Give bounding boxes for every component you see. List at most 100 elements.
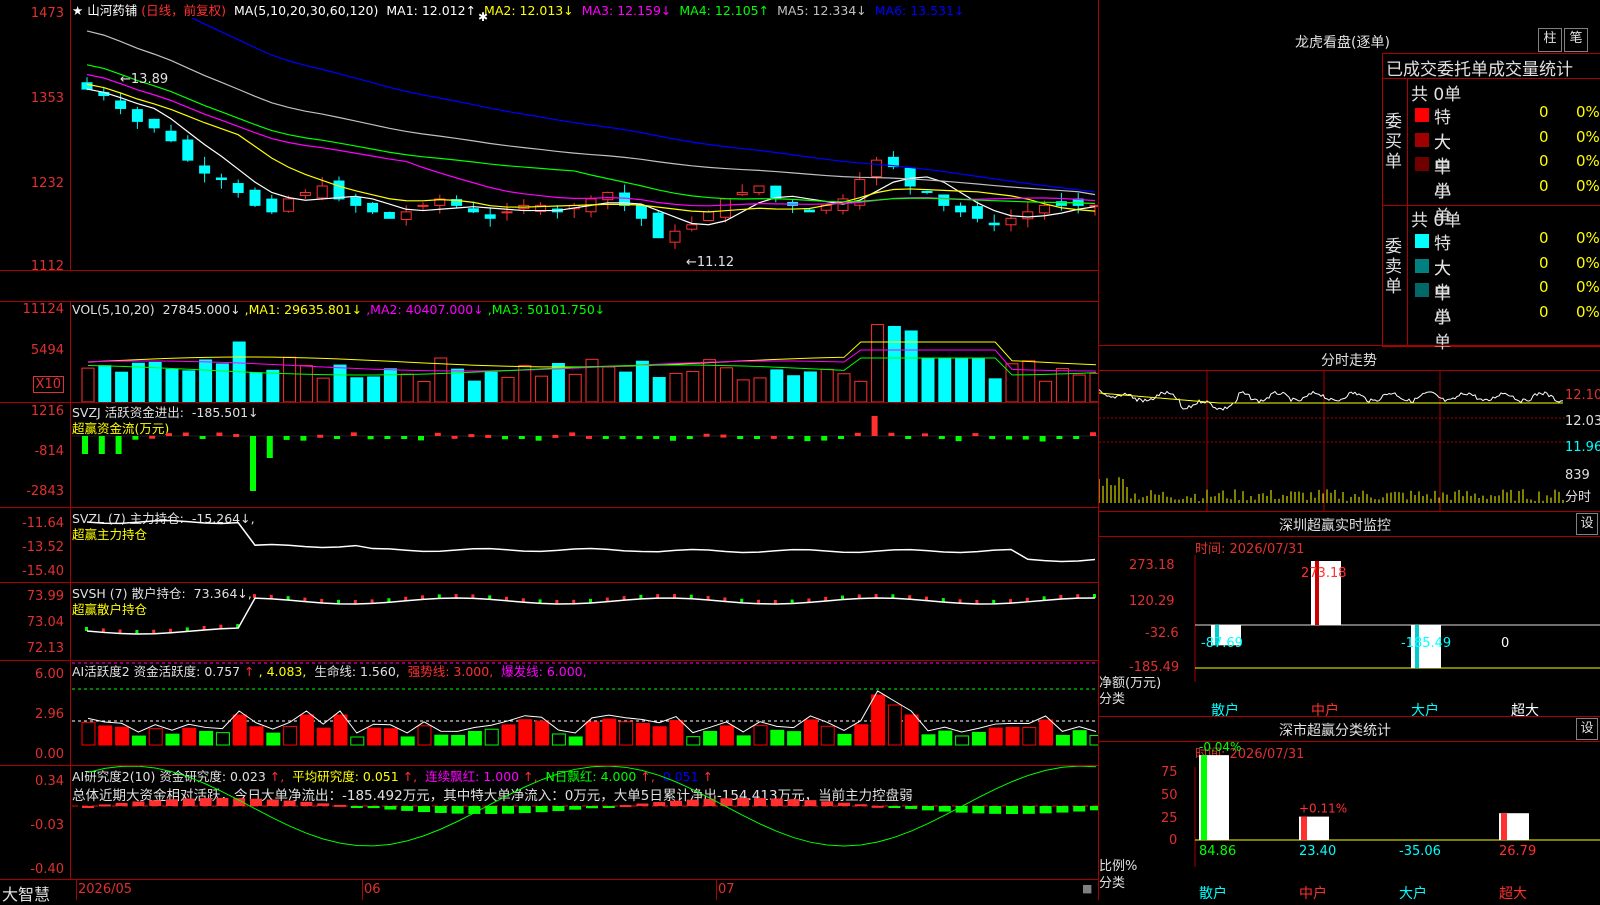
volume-bar[interactable] <box>736 379 750 402</box>
volume-bar[interactable] <box>199 359 213 402</box>
volume-bar[interactable] <box>115 371 129 402</box>
volume-bar[interactable] <box>837 373 851 402</box>
candle[interactable] <box>686 224 698 230</box>
candle[interactable] <box>283 198 295 212</box>
volume-bar[interactable] <box>703 359 717 402</box>
candle[interactable] <box>266 198 278 213</box>
volume-chart[interactable] <box>72 318 1098 402</box>
stock-name[interactable]: 山河药铺 <box>87 3 137 18</box>
candle[interactable] <box>299 191 311 196</box>
volume-bar[interactable] <box>1022 360 1036 402</box>
volume-bar[interactable] <box>938 357 952 402</box>
candle[interactable] <box>1005 217 1017 226</box>
volume-bar[interactable] <box>350 377 364 402</box>
volume-bar[interactable] <box>467 380 481 402</box>
candle[interactable] <box>316 185 328 199</box>
candlestick-chart[interactable] <box>72 18 1098 270</box>
candle[interactable] <box>148 118 160 129</box>
lock-icon[interactable]: ■ <box>1082 882 1092 895</box>
volume-bar[interactable] <box>316 377 330 402</box>
volume-bar[interactable] <box>988 378 1002 402</box>
intraday-chart[interactable] <box>1099 371 1565 511</box>
candle[interactable] <box>904 167 916 187</box>
volume-bar[interactable] <box>568 373 582 402</box>
volume-bar[interactable] <box>98 365 112 402</box>
volume-bar[interactable] <box>1039 380 1053 402</box>
candle[interactable] <box>652 212 664 239</box>
volume-bar[interactable] <box>602 366 616 402</box>
volume-bar[interactable] <box>249 372 263 402</box>
candle[interactable] <box>669 230 681 243</box>
candle[interactable] <box>383 211 395 219</box>
ai-research-chart[interactable] <box>72 766 1098 879</box>
volume-bar[interactable] <box>484 371 498 402</box>
candle[interactable] <box>921 190 933 193</box>
candle[interactable] <box>703 211 715 221</box>
candle[interactable] <box>215 177 227 181</box>
candle[interactable] <box>719 198 731 218</box>
svzj-pane[interactable]: 1216 -814 -2843 SVZJ 活跃资金进出: -185.501↓ 超… <box>0 402 1098 508</box>
volume-bar[interactable] <box>283 356 297 402</box>
sz-monitor-chart[interactable]: -87.69 散户 273.18 中户 -185.49 大户 0 超大 <box>1099 537 1600 717</box>
volume-bar[interactable] <box>955 357 969 402</box>
candle[interactable] <box>955 205 967 213</box>
volume-bar[interactable] <box>165 368 179 402</box>
candle[interactable] <box>400 211 412 220</box>
candle[interactable] <box>467 208 479 213</box>
volume-bar[interactable] <box>585 358 599 402</box>
volume-bar[interactable] <box>787 375 801 402</box>
price-pane[interactable]: 1473 1353 1232 1112 ★ 山河药铺 (日线，前复权) MA(5,1… <box>0 0 1098 274</box>
volume-bar[interactable] <box>820 368 834 402</box>
intraday-panel[interactable]: 分时走势 12.10 12.03 11.96 839 分时 <box>1099 345 1600 511</box>
volume-bar[interactable] <box>770 369 784 402</box>
volume-bar[interactable] <box>753 377 767 402</box>
chart-mode[interactable]: (日线，前复权) <box>141 3 226 18</box>
svsh-chart[interactable] <box>72 583 1098 660</box>
candle[interactable] <box>635 205 647 219</box>
volume-bar[interactable] <box>1089 372 1098 402</box>
volume-bar[interactable] <box>887 325 901 402</box>
volume-bar[interactable] <box>971 357 985 402</box>
volume-bar[interactable] <box>131 362 145 402</box>
candle[interactable] <box>602 191 614 201</box>
svzj-chart[interactable] <box>72 402 1098 507</box>
volume-bar[interactable] <box>803 371 817 402</box>
candle[interactable] <box>165 130 177 142</box>
volume-bar[interactable] <box>686 371 700 402</box>
candle[interactable] <box>333 180 345 200</box>
volume-bar[interactable] <box>669 372 683 402</box>
volume-bar[interactable] <box>299 365 313 402</box>
star-icon[interactable]: ★ <box>72 3 83 18</box>
tick-mode-button[interactable]: 笔 <box>1564 28 1588 52</box>
candle[interactable] <box>367 202 379 213</box>
volume-bar[interactable] <box>635 360 649 402</box>
candle[interactable] <box>736 191 748 196</box>
sz-stats-settings-button[interactable]: 设 <box>1576 718 1598 740</box>
candle[interactable] <box>971 206 983 219</box>
volume-bar[interactable] <box>266 369 280 402</box>
volume-bar[interactable] <box>619 371 633 402</box>
volume-bar[interactable] <box>434 357 448 402</box>
candle[interactable] <box>249 189 261 206</box>
volume-bar[interactable] <box>518 365 532 402</box>
candle[interactable] <box>1022 211 1034 220</box>
volume-bar[interactable] <box>1072 374 1086 402</box>
candle[interactable] <box>182 139 194 161</box>
candle[interactable] <box>232 183 244 193</box>
candle[interactable] <box>501 211 513 214</box>
ai-research-pane[interactable]: 0.34 -0.03 -0.40 AI研究度2(10) 资金研究度: 0.023… <box>0 766 1098 880</box>
volume-bar[interactable] <box>182 370 196 402</box>
candle[interactable] <box>938 194 950 206</box>
volume-bar[interactable] <box>535 375 549 402</box>
candle[interactable] <box>484 214 496 219</box>
volume-bar[interactable] <box>854 380 868 402</box>
volume-bar[interactable] <box>215 363 229 402</box>
candle[interactable] <box>417 204 429 207</box>
ai-activity-pane[interactable]: 6.00 2.96 0.00 AI活跃度2 资金活跃度: 0.757 ↑, 4.0… <box>0 661 1098 766</box>
volume-bar[interactable] <box>333 364 347 402</box>
candle[interactable] <box>115 100 127 109</box>
volume-bar[interactable] <box>81 367 95 402</box>
volume-bar[interactable] <box>451 368 465 402</box>
volume-bar[interactable] <box>367 376 381 402</box>
volume-bar[interactable] <box>383 368 397 402</box>
